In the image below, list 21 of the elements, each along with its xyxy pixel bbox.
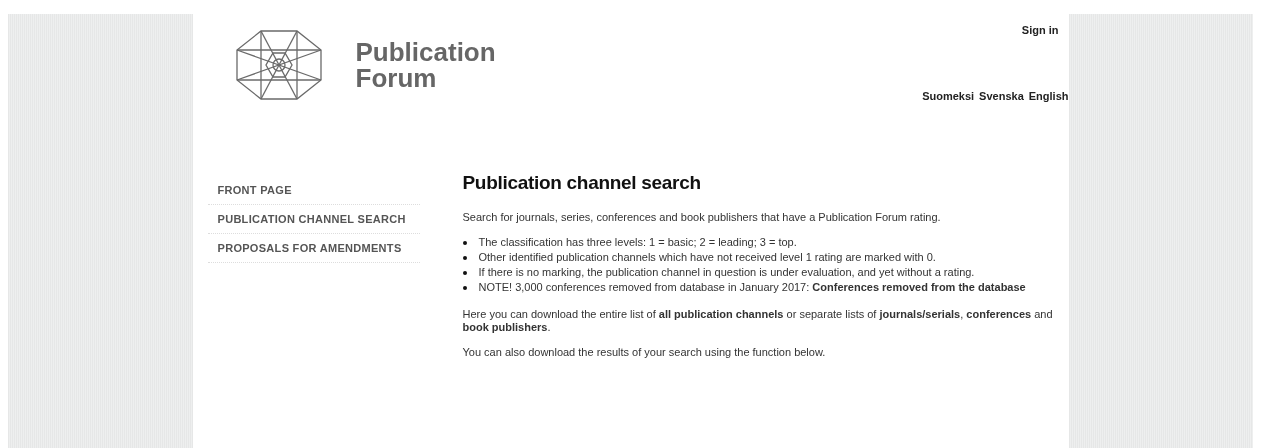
nav-item[interactable]: PROPOSALS FOR AMENDMENTS	[207, 234, 420, 263]
sign-in-link[interactable]: Sign in	[1021, 24, 1059, 36]
bullet-icon	[462, 271, 467, 275]
bullet-icon	[462, 241, 467, 245]
nav-item[interactable]: FRONT PAGE	[207, 176, 420, 205]
nav-item[interactable]: PUBLICATION CHANNEL SEARCH	[207, 205, 420, 234]
bullet-text: Other identified publication channels which have not received level 1 rating are marked with 0.	[478, 251, 936, 264]
paragraph: You can also download the results of your search using the function below.	[462, 346, 827, 359]
bullet-text: NOTE! 3,000 conferences removed from database in January 2017: Conferences removed from the database	[478, 281, 1026, 294]
language-link[interactable]: Suomeksi	[922, 90, 975, 102]
page-title: Publication channel search	[462, 176, 702, 189]
bullet-text: If there is no marking, the publication channel in question is under evaluation, and yet without a rating.	[478, 266, 975, 279]
intro-text: Search for journals, series, conferences and book publishers that have a Publication Forum rating.	[462, 211, 942, 224]
paragraph: Here you can download the entire list of all publication channels or separate lists of journals/serials, conferences and book publishers.	[462, 308, 1054, 334]
bullet-icon	[462, 286, 467, 290]
bullet-text: The classification has three levels: 1 = basic; 2 = leading; 3 = top.	[478, 236, 797, 249]
octagon-logo-icon	[235, 30, 322, 100]
language-link[interactable]: Svenska	[979, 90, 1024, 102]
logo-text: Publication Forum	[355, 39, 496, 91]
language-link[interactable]: English	[1028, 90, 1069, 102]
bullet-icon	[462, 256, 467, 260]
